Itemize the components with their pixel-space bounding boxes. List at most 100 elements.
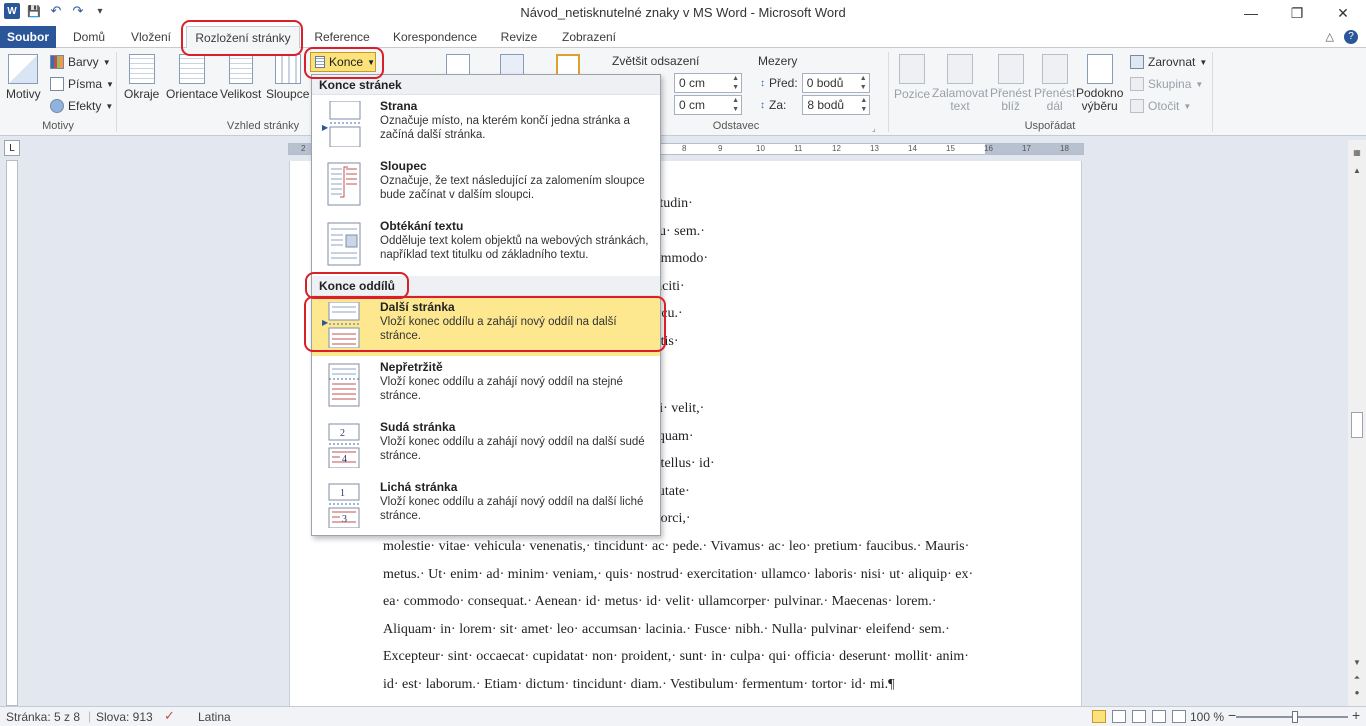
outline-view-icon[interactable]	[1152, 710, 1166, 723]
pisma-button[interactable]: Písma ▼	[50, 74, 114, 94]
otocit-label: Otočit	[1148, 99, 1180, 113]
zoom-out-icon[interactable]: −	[1228, 707, 1236, 723]
view-buttons	[1092, 710, 1186, 723]
spinner-arrows-icon[interactable]: ▲ ▼	[732, 74, 739, 92]
efekty-button[interactable]: Efekty ▼	[50, 96, 113, 116]
tab-vlozeni[interactable]: Vložení	[122, 26, 180, 48]
motivy-label: Motivy	[6, 87, 41, 101]
menu-item-licha-stranka[interactable]: 1 3 Lichá stránka Vloží konec oddílu a z…	[312, 476, 660, 536]
previous-page-icon[interactable]: ⏶	[1351, 672, 1363, 684]
scrollbar-thumb[interactable]	[1351, 412, 1363, 438]
icon-number: 2	[340, 428, 345, 439]
ruler-number: 9	[718, 144, 723, 153]
prenest-bliz-button[interactable]: Přenést blíž	[990, 54, 1031, 113]
menu-item-dalsi-stranka[interactable]: ▶ Další stránka Vloží konec oddílu a zah…	[312, 296, 660, 356]
print-layout-view-icon[interactable]	[1092, 710, 1106, 723]
web-layout-view-icon[interactable]	[1132, 710, 1146, 723]
ruler-number: 17	[1022, 144, 1031, 153]
otocit-button[interactable]: Otočit ▼	[1130, 96, 1191, 116]
minimize-ribbon-icon[interactable]: △	[1326, 30, 1334, 44]
skupina-button[interactable]: Skupina ▼	[1130, 74, 1203, 94]
velikost-button[interactable]: Velikost	[220, 54, 261, 101]
tab-reference[interactable]: Reference	[306, 26, 378, 48]
indent-left-input[interactable]: 0 cm ▲ ▼	[674, 73, 742, 93]
tab-rozlozeni-stranky[interactable]: Rozložení stránky	[186, 26, 300, 49]
spinner-arrows-icon[interactable]: ▲ ▼	[732, 96, 739, 114]
zoom-level[interactable]: 100 %	[1190, 710, 1224, 724]
tab-revize[interactable]: Revize	[492, 26, 546, 48]
tab-soubor[interactable]: Soubor	[0, 26, 56, 48]
zoom-in-icon[interactable]: +	[1352, 707, 1360, 723]
spacing-before-input[interactable]: 0 bodů ▲ ▼	[801, 73, 870, 93]
window-title: Návod_netisknutelné znaky v MS Word - Mi…	[520, 5, 846, 20]
minimize-button[interactable]: —	[1228, 0, 1274, 26]
spinner-arrows-icon[interactable]: ▲ ▼	[860, 96, 867, 114]
motivy-button[interactable]: Motivy	[6, 54, 41, 101]
barvy-button[interactable]: Barvy ▼	[50, 52, 111, 72]
ruler-toggle-icon[interactable]: ▦	[1351, 146, 1363, 158]
full-screen-reading-view-icon[interactable]	[1112, 710, 1126, 723]
help-icon[interactable]: ?	[1344, 30, 1358, 44]
spacing-after-input[interactable]: 8 bodů ▲ ▼	[802, 95, 871, 115]
zalamovat-text-button[interactable]: Zalamovat text	[932, 54, 988, 113]
okraje-button[interactable]: Okraje	[124, 54, 159, 101]
column-break-icon	[327, 162, 361, 206]
indent-left-spinner[interactable]: 0 cm ▲ ▼	[674, 73, 742, 93]
menu-item-description: Vloží konec oddílu a zahájí nový oddíl n…	[380, 436, 645, 462]
ruler-number: 2	[301, 144, 306, 153]
podokno-vyberu-button[interactable]: Podokno výběru	[1076, 54, 1123, 113]
group-separator	[116, 52, 117, 132]
spacing-after-spinner[interactable]: ↕ Za: 8 bodů ▲ ▼	[760, 95, 871, 115]
indent-right-spinner[interactable]: 0 cm ▲ ▼	[674, 95, 742, 115]
indent-right-input[interactable]: 0 cm ▲ ▼	[674, 95, 742, 115]
menu-item-title: Strana	[380, 99, 418, 113]
tab-zobrazeni[interactable]: Zobrazení	[552, 26, 626, 48]
dialog-launcher-icon[interactable]: ⌟	[872, 124, 876, 133]
zoom-slider-thumb[interactable]	[1292, 711, 1298, 723]
fonts-icon	[50, 77, 64, 91]
chevron-down-icon: ▼	[105, 101, 114, 111]
section-header-section-breaks: Konce oddílů	[312, 276, 660, 296]
text-line: molestie· vitae· vehicula· venenatis,· t…	[383, 538, 970, 554]
orientace-button[interactable]: Orientace	[166, 54, 218, 101]
status-words[interactable]: Slova: 913	[96, 710, 153, 724]
status-page[interactable]: Stránka: 5 z 8	[6, 710, 80, 724]
scroll-up-icon[interactable]: ▲	[1351, 164, 1363, 176]
vertical-scrollbar[interactable]: ▦ ▲ ▼ ⏶ ●	[1348, 140, 1366, 706]
tab-korespondence[interactable]: Korespondence	[384, 26, 486, 48]
restore-button[interactable]: ❐	[1274, 0, 1320, 26]
status-language[interactable]: Latina	[198, 710, 231, 724]
pozice-button[interactable]: Pozice	[894, 54, 930, 101]
text-wrapping-break-icon	[327, 222, 361, 266]
menu-item-sloupec[interactable]: Sloupec Označuje, že text následující za…	[312, 155, 660, 215]
zarovnat-button[interactable]: Zarovnat ▼	[1130, 52, 1207, 72]
scroll-down-icon[interactable]: ▼	[1351, 656, 1363, 668]
menu-item-description: Vloží konec oddílu a zahájí nový oddíl n…	[380, 376, 623, 402]
spacing-before-spinner[interactable]: ↕ Před: 0 bodů ▲ ▼	[760, 73, 870, 93]
breaks-icon	[315, 56, 326, 68]
browse-object-icon[interactable]: ●	[1351, 686, 1363, 698]
sloupce-button[interactable]: Sloupce	[266, 54, 309, 101]
zalamovat-label-2: text	[950, 99, 970, 113]
close-button[interactable]: ✕	[1320, 0, 1366, 26]
menu-item-obtekani-textu[interactable]: Obtékání textu Odděluje text kolem objek…	[312, 215, 660, 275]
menu-item-neprerzite[interactable]: Nepřetržitě Vloží konec oddílu a zahájí …	[312, 356, 660, 416]
ruler-number: 11	[794, 144, 803, 153]
draft-view-icon[interactable]	[1172, 710, 1186, 723]
konce-button[interactable]: Konce ▼	[310, 52, 376, 72]
vertical-ruler[interactable]	[6, 160, 18, 706]
menu-item-strana[interactable]: ▶ Strana Označuje místo, na kterém končí…	[312, 95, 660, 155]
tab-selector-icon[interactable]: L	[4, 140, 20, 156]
rotate-icon	[1130, 99, 1144, 113]
tab-domu[interactable]: Domů	[62, 26, 116, 48]
ruler-number: 10	[756, 144, 765, 153]
orientace-label: Orientace	[166, 87, 219, 101]
margins-icon	[128, 54, 155, 84]
zarovnat-label: Zarovnat	[1148, 55, 1196, 69]
efekty-label: Efekty	[68, 99, 102, 113]
menu-item-suda-stranka[interactable]: 2 4 Sudá stránka Vloží konec oddílu a za…	[312, 416, 660, 476]
position-icon	[899, 54, 926, 84]
spinner-arrows-icon[interactable]: ▲ ▼	[860, 74, 867, 92]
prenest-dal-button[interactable]: Přenést dál	[1034, 54, 1075, 113]
proofing-icon[interactable]: ✓	[164, 708, 175, 724]
